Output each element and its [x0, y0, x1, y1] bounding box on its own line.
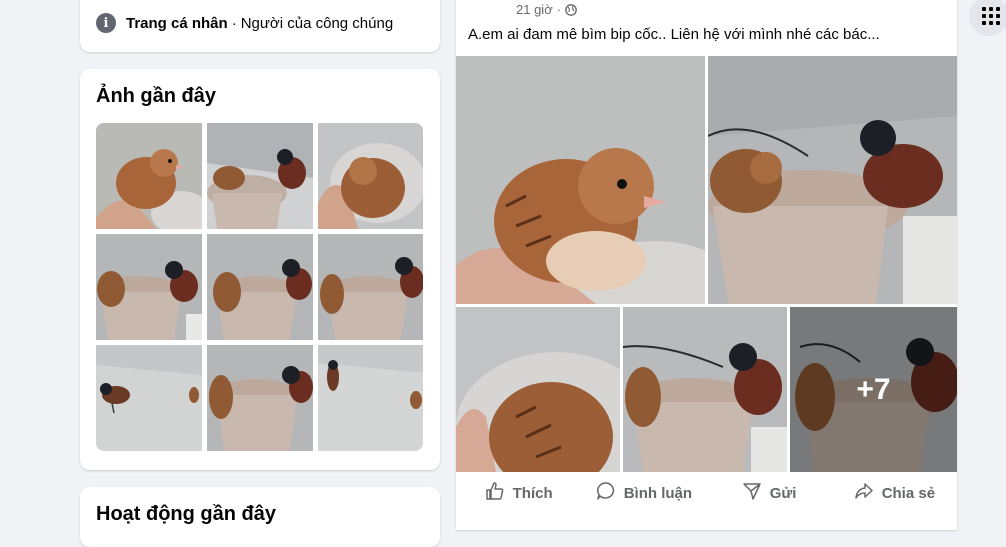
- photo-thumbnail[interactable]: [318, 345, 423, 451]
- recent-photos-grid: [96, 123, 423, 451]
- intro-label: Trang cá nhân: [126, 14, 228, 32]
- apps-grid-icon: [982, 7, 1000, 25]
- comment-button[interactable]: Bình luận: [581, 473, 706, 513]
- share-label: Chia sẻ: [881, 484, 936, 502]
- recent-photos-title[interactable]: Ảnh gần đây: [96, 85, 216, 108]
- intro-value: Người của công chúng: [240, 14, 394, 32]
- intro-row: i Trang cá nhân · Người của công chúng: [96, 13, 393, 33]
- like-icon: [485, 481, 505, 505]
- apps-menu-button[interactable]: [969, 0, 1006, 36]
- intro-card: i Trang cá nhân · Người của công chúng: [80, 0, 440, 52]
- like-label: Thích: [512, 484, 553, 502]
- photo-thumbnail[interactable]: [96, 123, 202, 229]
- post-photo[interactable]: [456, 56, 705, 304]
- share-button[interactable]: Chia sẻ: [832, 473, 957, 513]
- globe-icon[interactable]: [565, 3, 577, 16]
- post-photo[interactable]: [708, 56, 957, 304]
- send-button[interactable]: Gửi: [707, 473, 832, 513]
- post-text: A.em ai đam mê bìm bip cốc.. Liên hệ với…: [468, 26, 880, 43]
- comment-label: Bình luận: [623, 484, 693, 502]
- post-photo[interactable]: [456, 307, 620, 472]
- post-photo-more[interactable]: +7: [790, 307, 957, 472]
- recent-photos-card: Ảnh gần đây: [80, 69, 440, 470]
- more-photos-count[interactable]: +7: [790, 307, 957, 472]
- recent-activity-title: Hoạt động gần đây: [96, 503, 276, 525]
- intro-separator: ·: [231, 14, 237, 32]
- share-icon: [854, 481, 874, 505]
- photo-thumbnail[interactable]: [96, 234, 202, 340]
- photo-thumbnail[interactable]: [207, 345, 313, 451]
- post-time[interactable]: 21 giờ: [516, 2, 553, 17]
- recent-activity-card: Hoạt động gần đây: [80, 487, 440, 547]
- post-meta: 21 giờ ·: [516, 2, 577, 17]
- post-card: 21 giờ · A.em ai đam mê bìm bip cốc.. Li…: [456, 0, 957, 530]
- comment-icon: [596, 481, 616, 505]
- send-label: Gửi: [769, 484, 797, 502]
- like-button[interactable]: Thích: [456, 473, 581, 513]
- photo-thumbnail[interactable]: [318, 123, 423, 229]
- photo-thumbnail[interactable]: [318, 234, 423, 340]
- post-photo[interactable]: [623, 307, 787, 472]
- post-actions-bar: Thích Bình luận Gửi Chia sẻ: [456, 473, 957, 513]
- photo-thumbnail[interactable]: [207, 123, 313, 229]
- photo-thumbnail[interactable]: [207, 234, 313, 340]
- photo-thumbnail[interactable]: [96, 345, 202, 451]
- send-icon: [742, 481, 762, 505]
- info-icon: i: [96, 13, 116, 33]
